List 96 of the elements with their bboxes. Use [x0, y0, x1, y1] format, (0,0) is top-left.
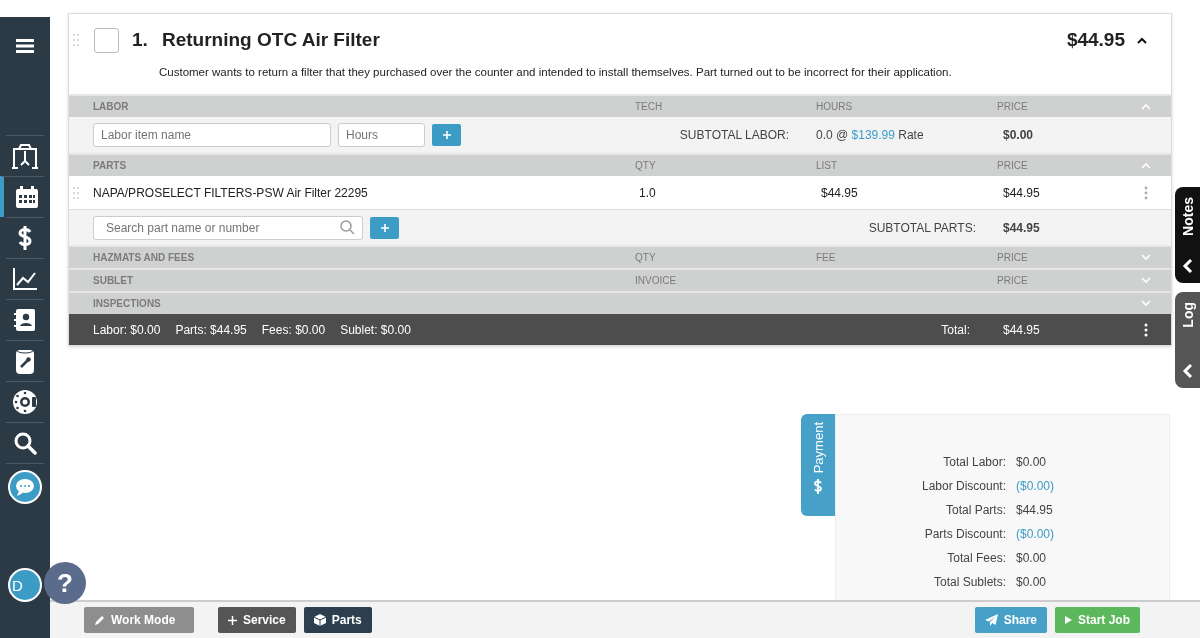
payment-label: Total Labor:	[942, 455, 1006, 469]
menu-icon	[16, 38, 34, 54]
column-header: TECH	[635, 101, 663, 112]
can-wrench-icon	[15, 347, 35, 375]
add-part-button[interactable]	[370, 216, 399, 239]
section-title: INSPECTIONS	[93, 298, 162, 309]
payment-label: Total Sublets:	[932, 575, 1006, 589]
part-qty: 1.0	[638, 185, 657, 200]
start-job-button[interactable]: Start Job	[1055, 607, 1140, 633]
search-icon	[340, 219, 355, 235]
section-header[interactable]: PARTS QTY LIST PRICE	[69, 153, 1171, 176]
side-tab[interactable]: Notes	[1175, 187, 1200, 283]
add-service-button[interactable]: Service	[218, 607, 296, 633]
payment-value: $0.00	[1016, 455, 1048, 469]
part-row[interactable]: NAPA/PROSELECT FILTERS-PSW Air Filter 22295 1.0 $44.95 $44.95	[69, 176, 1171, 210]
user-avatar[interactable]: D	[8, 568, 42, 602]
paper-plane-icon	[984, 614, 998, 626]
rate-link[interactable]: $139.99	[851, 128, 895, 142]
plus-icon	[442, 131, 451, 139]
car-lift-icon	[11, 143, 39, 169]
section-title: HAZMATS AND FEES	[93, 252, 196, 263]
section-header[interactable]: LABOR TECH HOURS PRICE	[69, 94, 1171, 117]
chevron-left-icon	[1181, 259, 1194, 273]
play-icon	[1065, 616, 1072, 624]
summary-item: Parts: $44.95	[175, 322, 247, 337]
section-title: LABOR	[93, 101, 130, 112]
contact-card-icon	[14, 308, 36, 332]
payment-tab[interactable]: Payment	[801, 414, 835, 516]
column-header: PRICE	[997, 160, 1028, 171]
search-icon	[13, 431, 37, 455]
payment-tab-label: Payment	[810, 422, 826, 474]
chat-icon	[8, 470, 42, 504]
subtotal-value: $0.00	[1002, 128, 1035, 142]
add-labor-button[interactable]	[432, 124, 461, 146]
labor-name-field[interactable]: Labor item name	[93, 123, 331, 147]
plus-icon	[228, 615, 237, 625]
column-header: QTY	[635, 160, 656, 171]
caret-icon[interactable]	[1137, 36, 1147, 44]
discount-link[interactable]: ($0.00)	[1016, 527, 1169, 541]
subtotal-label: SUBTOTAL PARTS:	[868, 220, 977, 235]
share-button[interactable]: Share	[974, 607, 1047, 633]
dollar-icon	[813, 479, 823, 495]
summary-item: Sublet: $0.00	[340, 322, 411, 337]
summary-item: Fees: $0.00	[261, 322, 326, 337]
labor-rate-text: 0.0 @ $139.99 Rate	[816, 128, 925, 142]
part-name: NAPA/PROSELECT FILTERS-PSW Air Filter 22295	[93, 185, 369, 200]
section-header[interactable]: SUBLET INVOICE PRICE	[69, 268, 1171, 291]
part-list-price: $44.95	[820, 185, 859, 200]
help-button[interactable]: ?	[44, 562, 86, 604]
section-title: SUBLET	[93, 275, 134, 286]
side-tab[interactable]: Log	[1175, 292, 1200, 388]
job-description: Customer wants to return a filter that they purchased over the counter and intended to install themselves. Part turned out to be incorrect for their application.	[159, 66, 953, 78]
job-checkbox[interactable]	[94, 27, 119, 53]
section-header[interactable]: HAZMATS AND FEES QTY FEE PRICE	[69, 245, 1171, 268]
column-header: FEE	[816, 252, 836, 263]
chevron-left-icon	[1181, 364, 1194, 378]
cube-icon	[313, 614, 326, 626]
summary-item: Labor: $0.00	[93, 322, 161, 337]
column-header: PRICE	[997, 252, 1028, 263]
job-title: Returning OTC Air Filter	[162, 29, 381, 51]
payment-value: $0.00	[1016, 575, 1048, 589]
column-header: PRICE	[997, 275, 1028, 286]
payment-label: Parts Discount:	[923, 527, 1006, 541]
payment-label: Total Fees:	[946, 551, 1006, 565]
sidebar-item[interactable]	[0, 176, 44, 217]
drag-handle-icon[interactable]	[73, 34, 79, 46]
tire-icon	[12, 389, 38, 415]
hours-field[interactable]: Hours	[338, 123, 425, 147]
job-total: $44.95	[1066, 29, 1125, 51]
calendar-icon	[15, 185, 39, 209]
payment-label: Labor Discount:	[920, 479, 1006, 493]
plus-icon	[380, 223, 389, 232]
column-header: HOURS	[816, 101, 853, 112]
part-price: $44.95	[1002, 185, 1041, 200]
column-header: QTY	[635, 252, 656, 263]
part-search-field[interactable]: Search part name or number	[93, 215, 363, 240]
discount-link[interactable]: ($0.00)	[1016, 479, 1169, 493]
section-header[interactable]: INSPECTIONS	[69, 291, 1171, 314]
drag-handle-icon[interactable]	[73, 187, 79, 199]
payment-label: Total Parts:	[944, 503, 1006, 517]
column-header: LIST	[816, 160, 838, 171]
pencil-icon	[94, 614, 105, 626]
parts-button[interactable]: Parts	[303, 607, 372, 633]
subtotal-label: SUBTOTAL LABOR:	[679, 128, 790, 142]
payment-value: $0.00	[1016, 551, 1048, 565]
column-header: PRICE	[997, 101, 1028, 112]
job-number: 1.	[132, 29, 149, 51]
dollar-icon	[17, 225, 33, 251]
section-title: PARTS	[93, 160, 128, 171]
subtotal-value: $44.95	[1002, 220, 1041, 235]
kebab-menu-icon[interactable]	[1144, 322, 1148, 337]
total-label: Total:	[941, 322, 971, 337]
column-header: INVOICE	[635, 275, 677, 286]
total-value: $44.95	[1002, 322, 1041, 337]
payment-value: $44.95	[1016, 503, 1054, 517]
line-chart-icon	[12, 267, 38, 291]
